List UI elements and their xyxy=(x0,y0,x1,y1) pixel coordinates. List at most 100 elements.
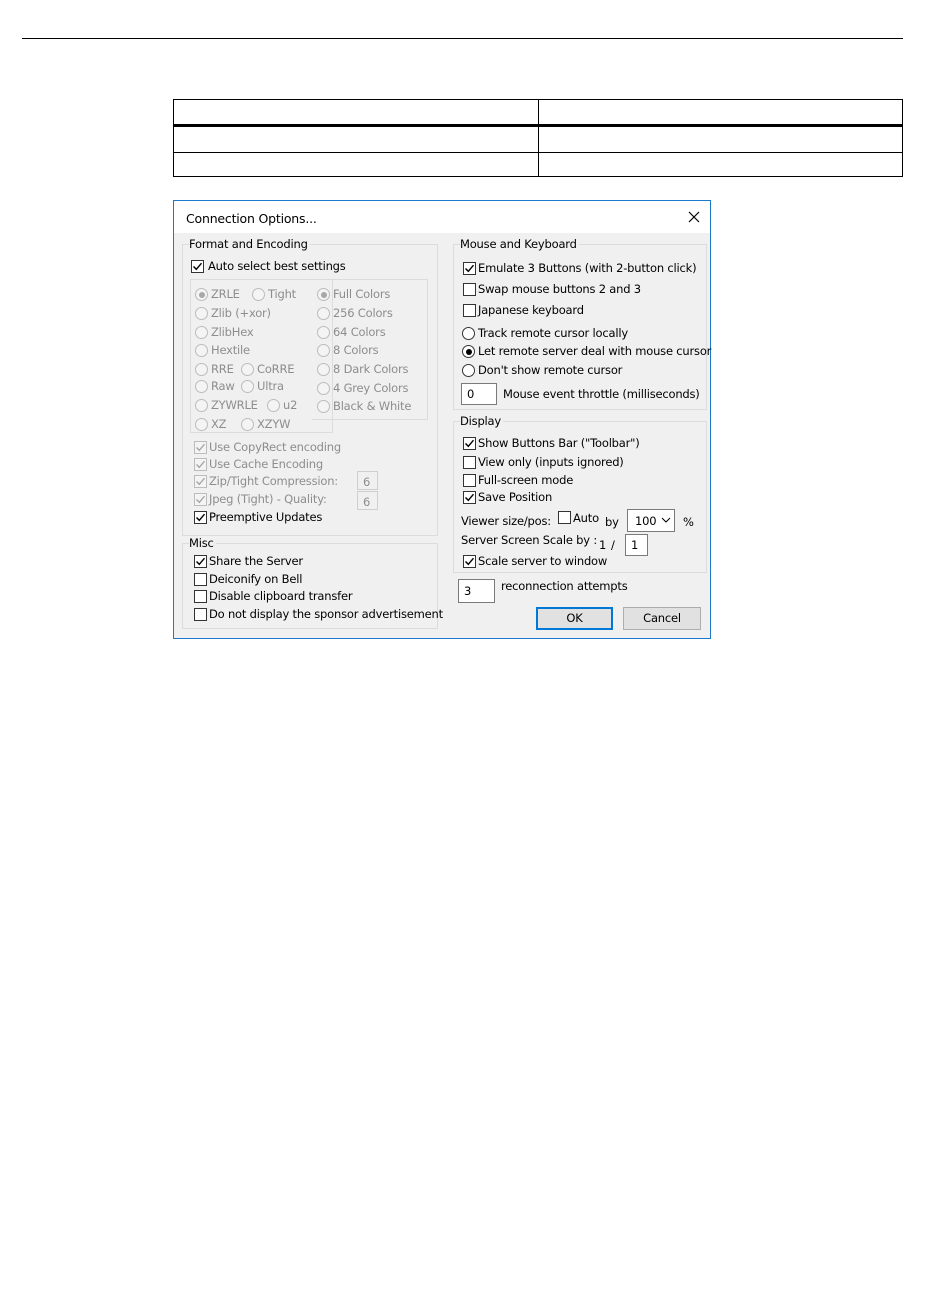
encoding-radio-ultra[interactable] xyxy=(241,380,254,393)
scale-to-window-checkbox[interactable] xyxy=(463,555,476,568)
encoding-label-xzyw: XZYW xyxy=(257,417,291,431)
table-cell xyxy=(537,151,903,178)
checkmark-icon xyxy=(193,262,203,271)
cache-encoding-label: Use Cache Encoding xyxy=(209,457,323,471)
encoding-radio-raw[interactable] xyxy=(195,380,208,393)
show-toolbar-checkbox[interactable] xyxy=(463,437,476,450)
checkmark-icon xyxy=(465,439,475,448)
encoding-radio-zywrle[interactable] xyxy=(195,399,208,412)
disable-clipboard-label: Disable clipboard transfer xyxy=(209,589,353,603)
copyrect-checkbox[interactable] xyxy=(194,441,207,454)
share-server-label: Share the Server xyxy=(209,554,303,568)
encoding-radio-zlibhex[interactable] xyxy=(195,326,208,339)
cancel-button[interactable]: Cancel xyxy=(623,607,701,630)
scale-numerator: 1 xyxy=(599,538,607,552)
encoding-radio-corre[interactable] xyxy=(241,363,254,376)
title-bar: Connection Options... xyxy=(174,201,710,233)
color-label-bw: Black & White xyxy=(333,399,412,413)
emulate-3-buttons-label: Emulate 3 Buttons (with 2-button click) xyxy=(478,261,697,275)
emulate-3-buttons-checkbox[interactable] xyxy=(463,262,476,275)
color-label-64: 64 Colors xyxy=(333,325,386,339)
encoding-label-raw: Raw xyxy=(211,379,235,393)
page-header-rule xyxy=(22,38,903,39)
jpeg-quality-checkbox[interactable] xyxy=(194,493,207,506)
mouse-throttle-input[interactable]: 0 xyxy=(461,383,497,405)
no-sponsor-checkbox[interactable] xyxy=(194,608,207,621)
encoding-radio-tight[interactable] xyxy=(252,288,265,301)
auto-size-checkbox[interactable] xyxy=(558,511,571,524)
color-radio-4-grey[interactable] xyxy=(317,382,330,395)
reconnect-attempts-input[interactable]: 3 xyxy=(458,579,495,603)
scale-slash: / xyxy=(611,538,615,552)
cursor-label-server: Let remote server deal with mouse cursor xyxy=(478,344,712,358)
jpeg-quality-label: Jpeg (Tight) - Quality: xyxy=(209,492,327,506)
cursor-radio-hide[interactable] xyxy=(462,364,475,377)
table-cell xyxy=(537,98,903,128)
encoding-radio-xz[interactable] xyxy=(195,418,208,431)
view-only-checkbox[interactable] xyxy=(463,456,476,469)
cursor-radio-track[interactable] xyxy=(462,327,475,340)
encoding-radio-zrle[interactable] xyxy=(195,288,208,301)
show-toolbar-label: Show Buttons Bar ("Toolbar") xyxy=(478,436,640,450)
zip-tight-label: Zip/Tight Compression: xyxy=(209,474,338,488)
color-radio-full[interactable] xyxy=(317,288,330,301)
color-radio-64[interactable] xyxy=(317,326,330,339)
encoding-label-u2: u2 xyxy=(283,398,298,412)
zip-tight-level-input[interactable]: 6 xyxy=(357,471,378,490)
scale-input[interactable]: 1 xyxy=(625,534,648,556)
share-server-checkbox[interactable] xyxy=(194,555,207,568)
save-position-checkbox[interactable] xyxy=(463,491,476,504)
color-radio-8[interactable] xyxy=(317,344,330,357)
auto-select-checkbox[interactable] xyxy=(191,260,204,273)
preemptive-updates-checkbox[interactable] xyxy=(194,511,207,524)
cursor-label-hide: Don't show remote cursor xyxy=(478,363,623,377)
encoding-label-zywrle: ZYWRLE xyxy=(211,398,258,412)
color-radio-8-dark[interactable] xyxy=(317,363,330,376)
full-screen-checkbox[interactable] xyxy=(463,474,476,487)
color-radio-bw[interactable] xyxy=(317,400,330,413)
zip-tight-checkbox[interactable] xyxy=(194,475,207,488)
japanese-keyboard-checkbox[interactable] xyxy=(463,304,476,317)
copyrect-label: Use CopyRect encoding xyxy=(209,440,341,454)
format-encoding-title: Format and Encoding xyxy=(189,237,310,251)
cursor-label-track: Track remote cursor locally xyxy=(478,326,628,340)
no-sponsor-label: Do not display the sponsor advertisement xyxy=(209,607,443,621)
jpeg-quality-input[interactable]: 6 xyxy=(357,491,378,510)
view-only-label: View only (inputs ignored) xyxy=(478,455,624,469)
table-row xyxy=(173,125,903,153)
chevron-down-icon xyxy=(661,513,671,530)
encoding-radio-rre[interactable] xyxy=(195,363,208,376)
swap-buttons-label: Swap mouse buttons 2 and 3 xyxy=(478,282,641,296)
misc-title: Misc xyxy=(189,536,216,550)
checkmark-icon xyxy=(196,513,206,522)
auto-size-label: Auto xyxy=(573,511,599,525)
encoding-radio-hextile[interactable] xyxy=(195,344,208,357)
ok-button[interactable]: OK xyxy=(536,607,613,630)
reconnect-attempts-label: reconnection attempts xyxy=(501,579,628,593)
preemptive-updates-label: Preemptive Updates xyxy=(209,510,323,524)
table-cell xyxy=(537,125,903,153)
cursor-radio-server[interactable] xyxy=(462,345,475,358)
encoding-radio-xzyw[interactable] xyxy=(241,418,254,431)
full-screen-label: Full-screen mode xyxy=(478,473,574,487)
encoding-radio-zlib[interactable] xyxy=(195,307,208,320)
color-label-8: 8 Colors xyxy=(333,343,379,357)
checkmark-icon xyxy=(465,264,475,273)
deiconify-checkbox[interactable] xyxy=(194,573,207,586)
encoding-label-zrle: ZRLE xyxy=(211,287,240,301)
table-cell xyxy=(173,151,539,178)
color-label-4-grey: 4 Grey Colors xyxy=(333,381,409,395)
color-radio-256[interactable] xyxy=(317,307,330,320)
encoding-radio-u2[interactable] xyxy=(267,399,280,412)
encoding-label-corre: CoRRE xyxy=(257,362,295,376)
disable-clipboard-checkbox[interactable] xyxy=(194,590,207,603)
swap-buttons-checkbox[interactable] xyxy=(463,283,476,296)
table-cell xyxy=(173,98,539,128)
checkmark-icon xyxy=(196,557,206,566)
japanese-keyboard-label: Japanese keyboard xyxy=(478,303,584,317)
scale-to-window-label: Scale server to window xyxy=(478,554,608,568)
cache-encoding-checkbox[interactable] xyxy=(194,458,207,471)
close-icon[interactable] xyxy=(684,207,704,227)
viewer-size-select[interactable]: 100 xyxy=(627,509,675,532)
by-label: by xyxy=(605,515,619,529)
